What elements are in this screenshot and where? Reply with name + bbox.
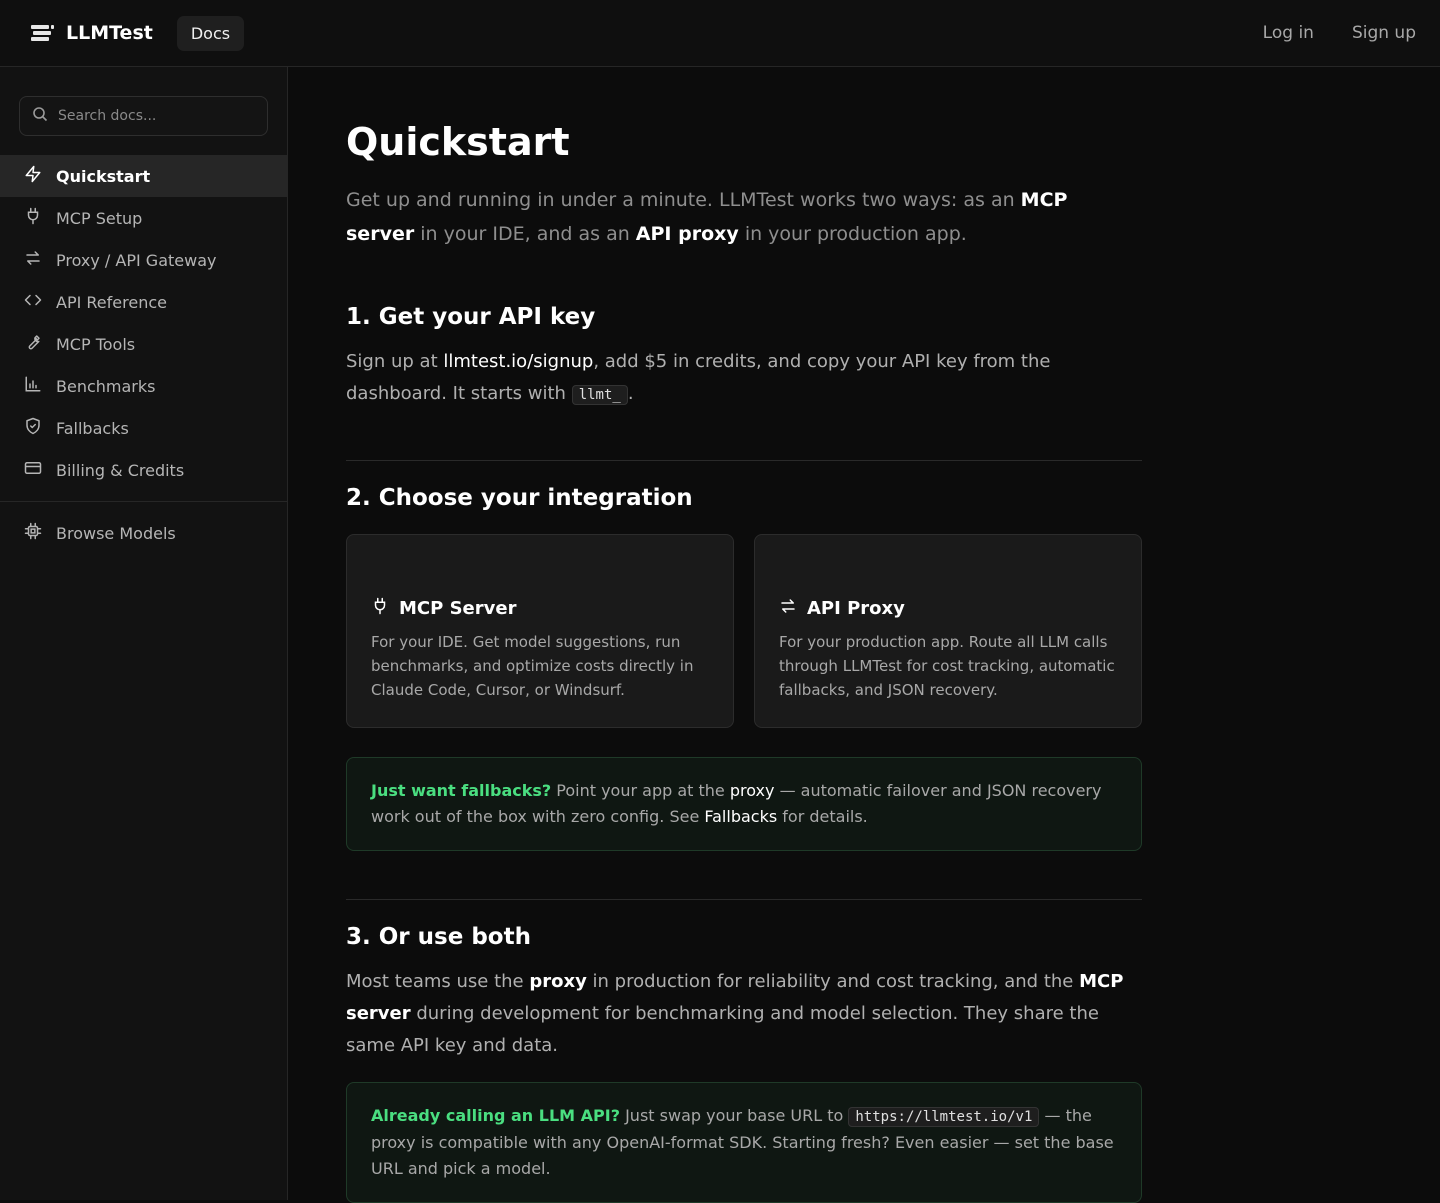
page-title: Quickstart (346, 120, 570, 164)
docs-tab[interactable]: Docs (176, 15, 245, 51)
sidebar-item-label: MCP Setup (56, 208, 143, 228)
card-title-text: API Proxy (807, 598, 905, 619)
step1-heading: 1. Get your API key (346, 304, 596, 330)
bolt-icon (24, 165, 42, 187)
sidebar-item-mcp-tools[interactable]: MCP Tools (0, 323, 287, 365)
page-lead: Get up and running in under a minute. LL… (346, 189, 1068, 245)
plug-icon (24, 207, 42, 229)
top-bar: LLMTest Docs Log in Sign up (0, 0, 1440, 67)
card-title: MCP Server (371, 597, 709, 620)
sidebar-item-label: Billing & Credits (56, 460, 185, 480)
code-icon (24, 291, 42, 313)
api-key-prefix: llmt_ (571, 385, 628, 405)
bar-chart-icon (24, 375, 42, 397)
main-content: Quickstart Get up and running in under a… (346, 67, 1142, 1203)
sidebar-item-billing[interactable]: Billing & Credits (0, 449, 287, 491)
card-title: API Proxy (779, 597, 1117, 620)
integration-cards: MCP Server For your IDE. Get model sugge… (346, 534, 1142, 728)
sidebar-item-quickstart[interactable]: Quickstart (0, 155, 287, 197)
sidebar-item-browse-models[interactable]: Browse Models (0, 512, 287, 554)
base-url-code: https://llmtest.io/v1 (848, 1107, 1040, 1127)
arrows-swap-icon (24, 249, 42, 271)
sidebar-item-label: Proxy / API Gateway (56, 250, 217, 270)
card-description: For your production app. Route all LLM c… (779, 633, 1115, 699)
sidebar-divider (0, 501, 287, 502)
step1-text: Sign up at llmtest.io/signup, add $5 in … (346, 351, 1051, 405)
sidebar-item-label: Browse Models (56, 523, 176, 543)
shield-icon (24, 417, 42, 439)
mcp-server-card[interactable]: MCP Server For your IDE. Get model sugge… (346, 534, 734, 728)
sidebar-item-label: Benchmarks (56, 376, 156, 396)
chip-icon (24, 522, 42, 544)
auth-links: Log in Sign up (1263, 23, 1416, 43)
logo-icon (30, 23, 56, 43)
plug-icon (371, 597, 389, 620)
step3-text: Most teams use the proxy in production f… (346, 971, 1124, 1056)
sidebar-item-api-reference[interactable]: API Reference (0, 281, 287, 323)
step2-heading: 2. Choose your integration (346, 485, 693, 511)
api-proxy-card[interactable]: API Proxy For your production app. Route… (754, 534, 1142, 728)
login-link[interactable]: Log in (1263, 23, 1314, 43)
search-icon (32, 106, 48, 126)
base-url-callout: Already calling an LLM API? Just swap yo… (346, 1082, 1142, 1203)
section-divider (346, 899, 1142, 900)
brand[interactable]: LLMTest (30, 22, 153, 44)
sidebar-item-label: MCP Tools (56, 334, 136, 354)
fallbacks-callout: Just want fallbacks? Point your app at t… (346, 757, 1142, 851)
card-title-text: MCP Server (399, 598, 517, 619)
section-divider (346, 460, 1142, 461)
search-input[interactable] (58, 108, 255, 124)
sidebar-item-mcp-setup[interactable]: MCP Setup (0, 197, 287, 239)
sidebar-item-label: API Reference (56, 292, 167, 312)
credit-card-icon (24, 459, 42, 481)
card-description: For your IDE. Get model suggestions, run… (371, 633, 694, 699)
sidebar-item-benchmarks[interactable]: Benchmarks (0, 365, 287, 407)
step3-heading: 3. Or use both (346, 924, 531, 950)
arrows-swap-icon (779, 597, 797, 620)
sidebar-item-proxy[interactable]: Proxy / API Gateway (0, 239, 287, 281)
sidebar: Quickstart MCP Setup Proxy / API Gateway… (0, 67, 288, 1200)
sidebar-item-fallbacks[interactable]: Fallbacks (0, 407, 287, 449)
sidebar-item-label: Quickstart (56, 166, 151, 186)
signup-link[interactable]: Sign up (1352, 23, 1416, 43)
search-box[interactable] (19, 96, 268, 136)
brand-name: LLMTest (66, 22, 153, 44)
sidebar-item-label: Fallbacks (56, 418, 129, 438)
fallbacks-link[interactable]: Fallbacks (704, 807, 777, 826)
wrench-icon (24, 333, 42, 355)
signup-url-link[interactable]: llmtest.io/signup (443, 351, 593, 372)
